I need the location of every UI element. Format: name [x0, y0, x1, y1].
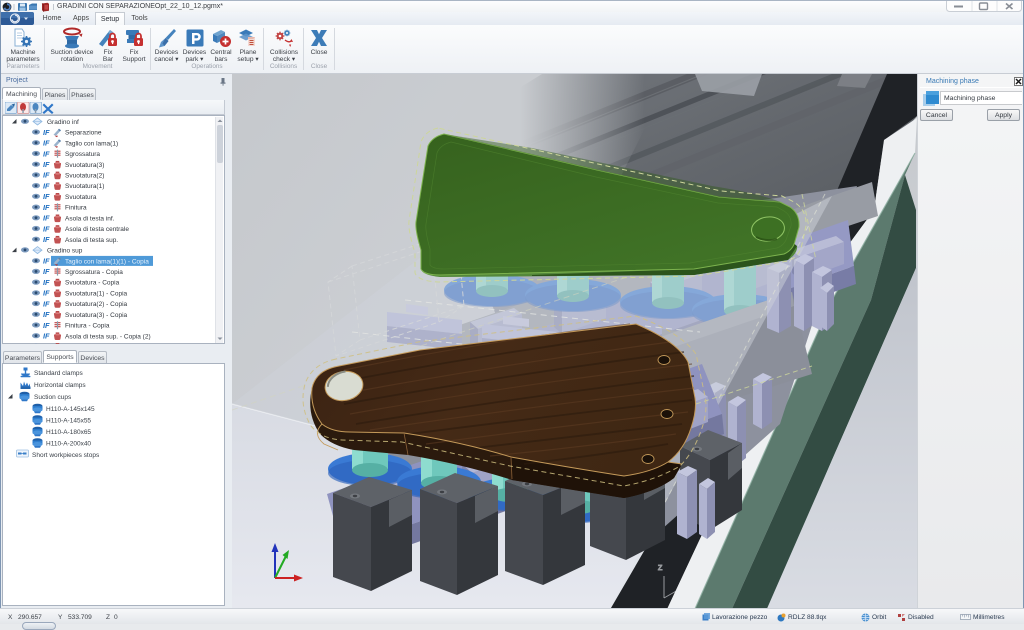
svg-text:IF: IF [43, 257, 50, 266]
svg-text:Finitura: Finitura [65, 205, 87, 212]
svg-text:Separazione: Separazione [65, 130, 102, 137]
svg-text:IF: IF [43, 181, 50, 190]
svg-text:IF: IF [43, 321, 50, 330]
svg-text:Sgrossatura: Sgrossatura [65, 151, 100, 158]
svg-text:IF: IF [43, 267, 50, 276]
svg-text:H110-A-180x65: H110-A-180x65 [46, 429, 91, 436]
svg-text:IF: IF [43, 139, 50, 148]
svg-text:IF: IF [43, 224, 50, 233]
svg-text:Suction cups: Suction cups [34, 394, 72, 401]
svg-text:Svuotatura(1) - Copia: Svuotatura(1) - Copia [65, 290, 128, 297]
svg-text:IF: IF [43, 278, 50, 287]
svg-text:Taglio con lama(1)(1) - Copia: Taglio con lama(1)(1) - Copia [65, 258, 149, 265]
svg-text:Gradino sup: Gradino sup [47, 248, 83, 255]
svg-text:Asola di testa centrale: Asola di testa centrale [65, 226, 129, 233]
svg-text:Svuotatura(3) - Copia: Svuotatura(3) - Copia [65, 312, 128, 319]
svg-text:Standard clamps: Standard clamps [34, 370, 84, 377]
svg-text:IF: IF [43, 203, 50, 212]
svg-text:IF: IF [43, 310, 50, 319]
svg-text:Short workpieces stops: Short workpieces stops [32, 452, 100, 459]
svg-text:Svuotatura - Copia: Svuotatura - Copia [65, 280, 120, 287]
svg-text:IF: IF [43, 342, 50, 344]
svg-text:Svuotatura(2): Svuotatura(2) [65, 173, 104, 180]
svg-text:IF: IF [43, 299, 50, 308]
svg-text:Taglio con lama(1): Taglio con lama(1) [65, 140, 118, 147]
svg-text:Asola di testa sup. - Copia (2: Asola di testa sup. - Copia (2) [65, 333, 151, 340]
svg-text:Asola di testa sup.: Asola di testa sup. [65, 237, 118, 244]
svg-text:IF: IF [43, 149, 50, 158]
svg-text:IF: IF [43, 160, 50, 169]
svg-text:H110-A-145x145: H110-A-145x145 [46, 406, 95, 413]
svg-text:Finitura - Copia: Finitura - Copia [65, 323, 110, 330]
svg-text:Svuotatura(3): Svuotatura(3) [65, 162, 104, 169]
svg-text:IF: IF [43, 289, 50, 298]
svg-text:Z: Z [658, 565, 663, 572]
svg-text:Svuotatura(1): Svuotatura(1) [65, 183, 104, 190]
svg-text:Asola di testa inf.: Asola di testa inf. [65, 215, 115, 222]
svg-text:IF: IF [43, 128, 50, 137]
svg-text:IF: IF [43, 214, 50, 223]
svg-text:IF: IF [43, 332, 50, 341]
svg-text:Horizontal clamps: Horizontal clamps [34, 382, 86, 389]
svg-text:H110-A-145x55: H110-A-145x55 [46, 417, 91, 424]
svg-text:Sgrossatura - Copia: Sgrossatura - Copia [65, 269, 123, 276]
svg-text:Svuotatura(2) - Copia: Svuotatura(2) - Copia [65, 301, 128, 308]
svg-text:H110-A-200x40: H110-A-200x40 [46, 440, 91, 447]
svg-text:IF: IF [43, 171, 50, 180]
svg-text:IF: IF [43, 192, 50, 201]
svg-text:IF: IF [43, 235, 50, 244]
svg-text:Gradino inf: Gradino inf [47, 119, 79, 126]
svg-text:Svuotatura: Svuotatura [65, 194, 97, 201]
